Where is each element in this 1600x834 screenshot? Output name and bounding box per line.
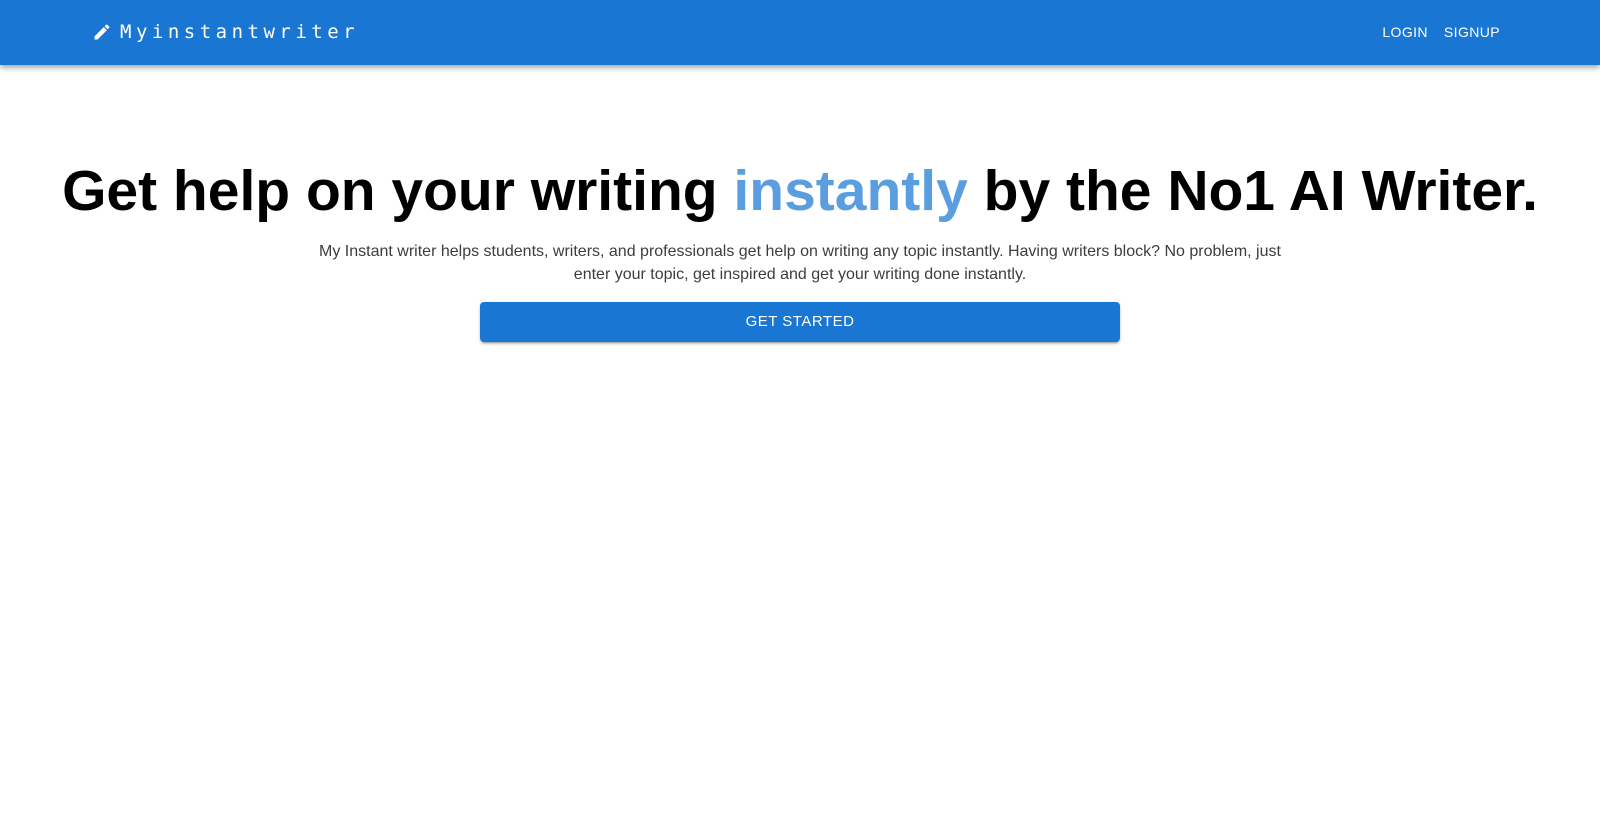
login-button[interactable]: LOGIN [1374, 14, 1436, 50]
get-started-button[interactable]: GET STARTED [480, 302, 1120, 342]
pencil-icon [94, 24, 110, 40]
top-app-bar: Myinstantwriter LOGIN SIGNUP [0, 0, 1600, 65]
hero-title-end: by the No1 AI Writer. [967, 159, 1538, 223]
hero-description: My Instant writer helps students, writer… [319, 243, 1281, 283]
header-nav: LOGIN SIGNUP [1374, 14, 1508, 50]
brand-name: Myinstantwriter [120, 21, 360, 43]
signup-button[interactable]: SIGNUP [1436, 14, 1508, 50]
brand-logo[interactable]: Myinstantwriter [92, 19, 359, 45]
hero-title-start: Get help on your writing [62, 159, 734, 223]
hero-title-accent: instantly [733, 159, 968, 223]
hero-title: Get help on your writing instantly by th… [0, 153, 1600, 229]
